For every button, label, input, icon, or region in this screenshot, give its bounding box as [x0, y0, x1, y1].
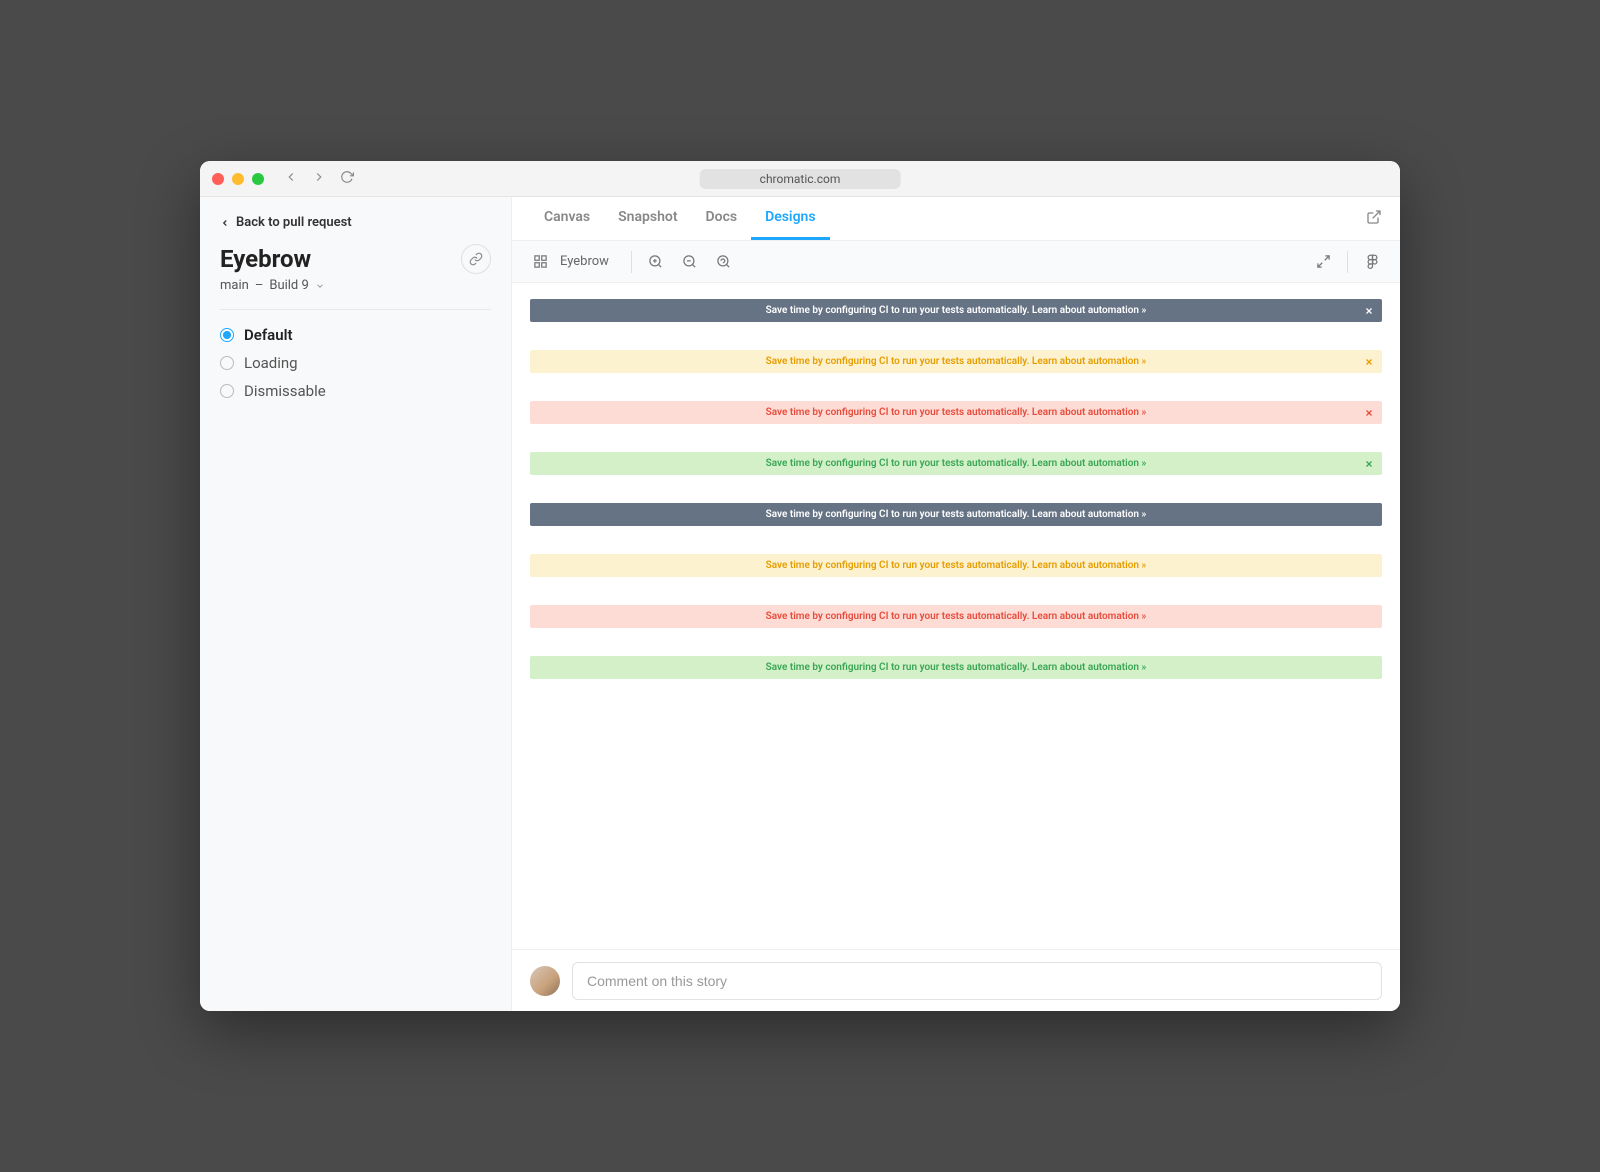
external-link-icon — [1366, 209, 1382, 225]
open-external-button[interactable] — [1366, 209, 1382, 229]
banner-close-button[interactable] — [1364, 357, 1374, 367]
build-label: Build 9 — [269, 278, 308, 293]
story-label: Dismissable — [244, 382, 326, 400]
radio-icon — [220, 384, 234, 398]
eyebrow-banner: Save time by configuring CI to run your … — [530, 452, 1382, 475]
banner-text: Save time by configuring CI to run your … — [766, 356, 1147, 367]
nav-forward-button[interactable] — [312, 169, 326, 188]
zoom-out-button[interactable] — [676, 248, 704, 276]
browser-nav — [284, 169, 354, 188]
eyebrow-banner: Save time by configuring CI to run your … — [530, 605, 1382, 628]
close-icon — [1364, 357, 1374, 367]
build-breadcrumb[interactable]: main – Build 9 — [220, 278, 491, 293]
design-canvas: Save time by configuring CI to run your … — [512, 283, 1400, 949]
story-label: Loading — [244, 354, 298, 372]
eyebrow-banner: Save time by configuring CI to run your … — [530, 503, 1382, 526]
back-label: Back to pull request — [236, 215, 352, 230]
tab-docs[interactable]: Docs — [692, 197, 752, 240]
eyebrow-banner: Save time by configuring CI to run your … — [530, 554, 1382, 577]
close-icon — [1364, 459, 1374, 469]
nav-back-button[interactable] — [284, 169, 298, 188]
story-item-loading[interactable]: Loading — [220, 354, 491, 372]
page-title: Eyebrow — [220, 245, 311, 273]
zoom-out-icon — [682, 254, 697, 269]
eyebrow-banner: Save time by configuring CI to run your … — [530, 299, 1382, 322]
toolbar: Eyebrow — [512, 241, 1400, 283]
eyebrow-banner: Save time by configuring CI to run your … — [530, 401, 1382, 424]
grid-icon — [533, 254, 548, 269]
toolbar-crumb: Eyebrow — [560, 254, 609, 269]
close-window-button[interactable] — [212, 173, 224, 185]
zoom-reset-button[interactable] — [710, 248, 738, 276]
zoom-in-icon — [648, 254, 663, 269]
sidebar: Back to pull request Eyebrow main – Buil… — [200, 197, 512, 1011]
browser-titlebar: chromatic.com — [200, 161, 1400, 197]
story-item-dismissable[interactable]: Dismissable — [220, 382, 491, 400]
title-row: Eyebrow — [220, 244, 491, 274]
tab-bar: Canvas Snapshot Docs Designs — [512, 197, 1400, 241]
expand-icon — [1316, 254, 1331, 269]
figma-button[interactable] — [1358, 248, 1386, 276]
banner-text: Save time by configuring CI to run your … — [766, 662, 1147, 673]
story-item-default[interactable]: Default — [220, 326, 491, 344]
story-list: Default Loading Dismissable — [220, 326, 491, 400]
back-to-pr-link[interactable]: Back to pull request — [220, 215, 491, 230]
story-label: Default — [244, 326, 293, 344]
banner-text: Save time by configuring CI to run your … — [766, 458, 1147, 469]
app-body: Back to pull request Eyebrow main – Buil… — [200, 197, 1400, 1011]
comment-input[interactable] — [572, 962, 1382, 1000]
toolbar-separator — [631, 251, 632, 273]
banner-text: Save time by configuring CI to run your … — [766, 407, 1147, 418]
chevron-down-icon — [315, 281, 325, 291]
nav-reload-button[interactable] — [340, 169, 354, 188]
tab-canvas[interactable]: Canvas — [530, 197, 604, 240]
banner-close-button[interactable] — [1364, 459, 1374, 469]
url-bar[interactable]: chromatic.com — [700, 169, 901, 189]
branch-name: main — [220, 278, 249, 293]
avatar — [530, 966, 560, 996]
window-controls — [212, 173, 264, 185]
banner-text: Save time by configuring CI to run your … — [766, 560, 1147, 571]
chevron-left-icon — [220, 218, 230, 228]
banner-close-button[interactable] — [1364, 306, 1374, 316]
toolbar-separator — [1347, 251, 1348, 273]
crumb-group: Eyebrow — [526, 248, 621, 276]
eyebrow-banner: Save time by configuring CI to run your … — [530, 350, 1382, 373]
close-icon — [1364, 408, 1374, 418]
comment-bar — [512, 949, 1400, 1011]
tab-designs[interactable]: Designs — [751, 197, 829, 240]
minimize-window-button[interactable] — [232, 173, 244, 185]
close-icon — [1364, 306, 1374, 316]
banner-text: Save time by configuring CI to run your … — [766, 305, 1147, 316]
radio-icon — [220, 356, 234, 370]
maximize-window-button[interactable] — [252, 173, 264, 185]
banner-text: Save time by configuring CI to run your … — [766, 611, 1147, 622]
radio-icon — [220, 328, 234, 342]
banner-close-button[interactable] — [1364, 408, 1374, 418]
zoom-in-button[interactable] — [642, 248, 670, 276]
divider — [220, 309, 491, 310]
link-icon — [469, 252, 483, 266]
figma-icon — [1365, 254, 1380, 269]
banner-text: Save time by configuring CI to run your … — [766, 509, 1147, 520]
expand-button[interactable] — [1309, 248, 1337, 276]
main-panel: Canvas Snapshot Docs Designs Eyebrow — [512, 197, 1400, 1011]
browser-window: chromatic.com Back to pull request Eyebr… — [200, 161, 1400, 1011]
copy-link-button[interactable] — [461, 244, 491, 274]
component-icon-button[interactable] — [526, 248, 554, 276]
zoom-reset-icon — [716, 254, 731, 269]
separator: – — [255, 278, 264, 293]
eyebrow-banner: Save time by configuring CI to run your … — [530, 656, 1382, 679]
tab-snapshot[interactable]: Snapshot — [604, 197, 691, 240]
